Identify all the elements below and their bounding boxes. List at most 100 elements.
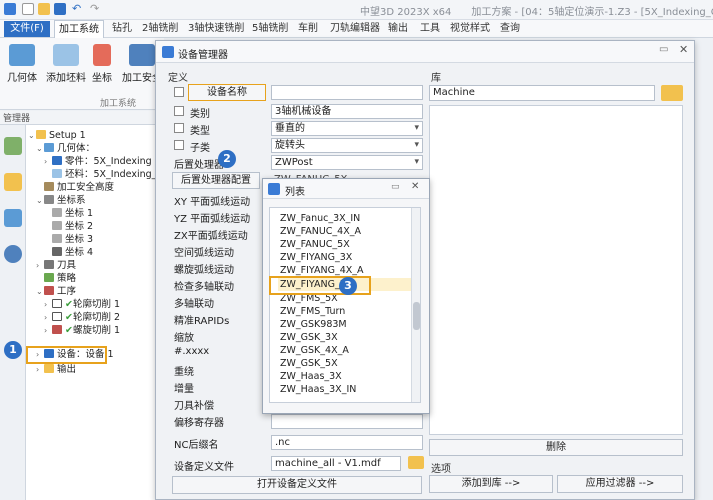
option-row: 螺旋弧线运动 — [174, 265, 234, 276]
type-checkbox[interactable] — [174, 123, 184, 133]
device-highlight — [26, 346, 107, 364]
scrollbar-thumb[interactable] — [413, 302, 420, 330]
user-tab-icon[interactable] — [4, 245, 22, 263]
tree-item[interactable]: 坐标 3 — [52, 233, 93, 246]
comment-icon[interactable]: ▭ — [391, 182, 400, 192]
list-scrollbar[interactable] — [411, 208, 420, 402]
coordinate-icon — [52, 234, 62, 243]
device-name-button[interactable]: 设备名称 — [188, 84, 266, 101]
open-device-file-button[interactable]: 打开设备定义文件 — [172, 476, 422, 494]
option-row: XY 平面弧线运动 — [174, 197, 251, 208]
delete-button[interactable]: 删除 — [429, 439, 683, 456]
safety-icon — [129, 44, 155, 66]
popup-title: 列表 — [285, 187, 305, 198]
device-name-checkbox[interactable] — [174, 87, 184, 97]
tree-item[interactable]: 加工安全高度 — [44, 181, 114, 194]
redo-icon[interactable]: ↷ — [90, 2, 99, 15]
tree-item[interactable]: › ✔螺旋切削 1 — [44, 324, 120, 337]
list-item[interactable]: ZW_FANUC_5X — [278, 238, 418, 251]
tree-item[interactable]: › ✔轮廓切削 2 — [44, 311, 120, 324]
nc-ext-field[interactable]: .nc — [271, 435, 423, 450]
add-stock-button[interactable]: 添加坯料 — [44, 42, 88, 94]
history-tab-icon[interactable] — [4, 173, 22, 191]
device-name-field[interactable] — [271, 85, 423, 100]
coordinate-button[interactable]: 坐标 — [84, 42, 120, 94]
comment-icon[interactable]: ▭ — [659, 44, 668, 55]
browse-folder-icon[interactable] — [408, 456, 424, 469]
tree-item[interactable]: 策略 — [44, 272, 76, 285]
save-icon[interactable] — [54, 3, 66, 15]
type-dropdown[interactable]: 垂直的 — [271, 121, 423, 136]
geometry-button[interactable]: 几何体 — [2, 42, 42, 94]
tree-item[interactable]: › 零件：5X_Indexing (1) — [44, 155, 168, 168]
tree-item[interactable]: ⌄ Setup 1 — [28, 129, 86, 142]
open-folder-icon[interactable] — [38, 3, 50, 15]
tab-drilling[interactable]: 钻孔 — [112, 21, 132, 37]
subtype-checkbox[interactable] — [174, 140, 184, 150]
list-item[interactable]: ZW_GSK_3X — [278, 331, 418, 344]
subtype-dropdown[interactable]: 旋转头 — [271, 138, 423, 153]
coordinate-icon — [52, 208, 62, 217]
view-tab-icon[interactable] — [4, 209, 22, 227]
offset-register-field[interactable] — [271, 414, 423, 429]
category-field[interactable]: 3轴机械设备 — [271, 104, 423, 119]
tree-item[interactable]: 坐标 2 — [52, 220, 93, 233]
dialog-title: 设备管理器 — [178, 50, 228, 61]
new-file-icon[interactable] — [22, 3, 34, 15]
tab-tools[interactable]: 工具 — [420, 21, 440, 37]
apply-filter-button[interactable]: 应用过滤器 --> — [557, 475, 683, 493]
list-item[interactable]: ZW_FIYANG_3X — [278, 251, 418, 264]
tool-icon — [44, 260, 54, 269]
tree-item[interactable]: ⌄ 坐标系 — [36, 194, 86, 207]
list-item[interactable]: ZW_FANUC_4X_A — [278, 225, 418, 238]
tree-item[interactable]: 坐标 4 — [52, 246, 93, 259]
tab-3axis-fast-milling[interactable]: 3轴快速铣削 — [188, 21, 244, 37]
manager-tab-icon[interactable] — [4, 137, 22, 155]
list-item[interactable]: ZW_Haas_3X_IN — [278, 383, 418, 396]
tree-item[interactable]: › 输出 — [36, 363, 76, 376]
library-folder-icon[interactable] — [661, 85, 683, 101]
check-icon: ✔ — [65, 312, 73, 323]
tree-item[interactable]: 坐标 1 — [52, 207, 93, 220]
tab-output[interactable]: 输出 — [388, 21, 408, 37]
postprocessor-config-button[interactable]: 后置处理器配置 — [172, 172, 260, 189]
part-icon — [52, 156, 62, 165]
stock-icon — [53, 44, 79, 66]
dialog-title-bar: 设备管理器 ▭ ✕ — [156, 41, 694, 63]
close-icon[interactable]: ✕ — [411, 181, 419, 192]
library-path-field[interactable]: Machine — [429, 85, 655, 101]
undo-icon[interactable]: ↶ — [72, 2, 81, 15]
geometry-icon — [44, 143, 54, 152]
tab-visual-style[interactable]: 视觉样式 — [450, 21, 490, 37]
tab-query[interactable]: 查询 — [500, 21, 520, 37]
add-to-library-button[interactable]: 添加到库 --> — [429, 475, 553, 493]
checkbox-icon[interactable] — [52, 312, 62, 321]
list-item[interactable]: ZW_GSK_4X_A — [278, 344, 418, 357]
tab-machining-system[interactable]: 加工系统 — [54, 20, 104, 39]
option-row: 刀具补偿 — [174, 401, 214, 412]
list-item[interactable]: ZW_Fanuc_3X_IN — [278, 212, 418, 225]
tab-5axis-milling[interactable]: 5轴铣削 — [252, 21, 288, 37]
dialog-logo-icon — [162, 46, 174, 58]
file-menu[interactable]: 文件(F) — [4, 21, 50, 37]
library-list[interactable] — [429, 105, 683, 435]
option-row: 增量 — [174, 384, 194, 395]
postprocessor-list[interactable]: ZW_Fanuc_3X_IN ZW_FANUC_4X_A ZW_FANUC_5X… — [269, 207, 421, 403]
list-item[interactable]: ZW_FMS_Turn — [278, 305, 418, 318]
tree-item[interactable]: ⌄ 几何体： — [36, 142, 95, 155]
category-checkbox[interactable] — [174, 106, 184, 116]
tree-item[interactable]: › ✔轮廓切削 1 — [44, 298, 120, 311]
device-file-field[interactable]: machine_all - V1.mdf — [271, 456, 401, 471]
checkbox-icon[interactable] — [52, 299, 62, 308]
list-item[interactable]: ZW_GSK_5X — [278, 357, 418, 370]
step-badge-1: 1 — [4, 341, 22, 359]
list-item[interactable]: ZW_GSK983M — [278, 318, 418, 331]
tab-2axis-milling[interactable]: 2轴铣削 — [142, 21, 178, 37]
tab-turning[interactable]: 车削 — [298, 21, 318, 37]
postprocessor-dropdown[interactable]: ZWPost — [271, 155, 423, 170]
close-icon[interactable]: ✕ — [679, 43, 688, 56]
tab-toolpath-editor[interactable]: 刀轨编辑器 — [330, 21, 380, 37]
tree-item[interactable]: › 刀具 — [36, 259, 76, 272]
tree-item[interactable]: ⌄ 工序 — [36, 285, 76, 298]
list-item[interactable]: ZW_Haas_3X — [278, 370, 418, 383]
